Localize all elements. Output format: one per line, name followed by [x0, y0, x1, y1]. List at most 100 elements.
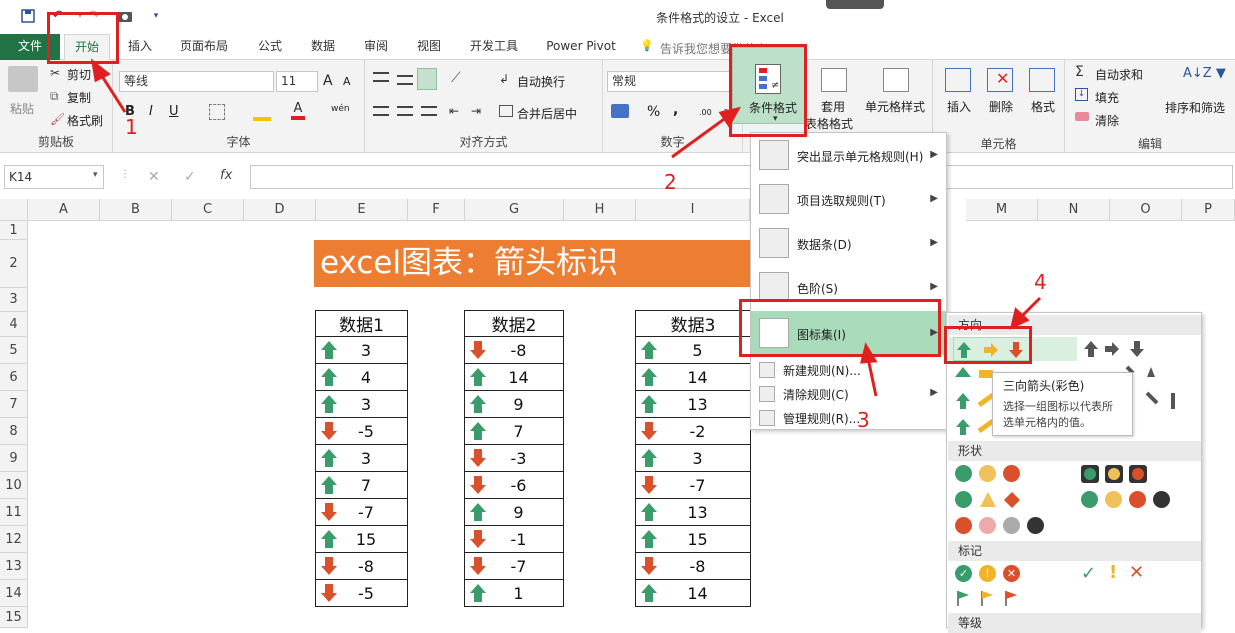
flag-green-icon[interactable] — [955, 589, 971, 610]
italic-button[interactable]: I — [149, 104, 153, 119]
format-button[interactable]: 格式 — [1031, 98, 1055, 115]
row-header-12[interactable]: 12 — [0, 526, 28, 553]
traffic-light-red-icon[interactable] — [1003, 465, 1020, 482]
fill-color-icon[interactable] — [253, 103, 271, 121]
red-black-black-icon[interactable] — [1027, 517, 1044, 534]
table-cell[interactable]: 14 — [464, 364, 564, 391]
shape-circle-green-icon[interactable] — [955, 491, 972, 508]
four-light-yellow-icon[interactable] — [1105, 491, 1122, 508]
shape-triangle-yellow-icon[interactable] — [979, 491, 997, 511]
tab-review[interactable]: 审阅 — [356, 34, 396, 60]
tab-formulas[interactable]: 公式 — [250, 34, 290, 60]
column-header-m[interactable]: M — [966, 199, 1038, 221]
format-table-label-2[interactable]: 表格格式 — [805, 115, 853, 132]
row-header-3[interactable]: 3 — [0, 288, 28, 312]
name-box[interactable]: K14 — [4, 165, 104, 189]
copy-button[interactable]: 复制 — [67, 89, 91, 106]
shrink-font-button[interactable]: A — [343, 75, 351, 88]
column-header-o[interactable]: O — [1110, 199, 1182, 221]
save-icon[interactable] — [18, 6, 38, 26]
decrease-indent-icon[interactable]: ⇤ — [449, 104, 459, 118]
traffic-light-green-icon[interactable] — [955, 465, 972, 482]
row-header-11[interactable]: 11 — [0, 499, 28, 526]
table-cell[interactable]: 9 — [464, 391, 564, 418]
row-header-4[interactable]: 4 — [0, 312, 28, 337]
tab-page-layout[interactable]: 页面布局 — [172, 34, 236, 60]
menu-item-new-rule[interactable]: 新建规则(N)... — [751, 359, 946, 381]
column-header-n[interactable]: N — [1038, 199, 1110, 221]
table-cell[interactable]: -2 — [635, 418, 751, 445]
row-header-1[interactable]: 1 — [0, 221, 28, 240]
check-circle-icon[interactable]: ✓ — [955, 565, 972, 582]
name-box-dropdown-icon[interactable]: ▾ — [93, 170, 98, 180]
column-header-i[interactable]: I — [636, 199, 750, 221]
column-header-c[interactable]: C — [172, 199, 244, 221]
clear-button[interactable]: 清除 — [1095, 112, 1119, 129]
number-format-select[interactable]: 常规 — [607, 71, 735, 92]
currency-icon[interactable] — [611, 104, 629, 118]
merge-center-button[interactable]: 合并后居中 — [517, 105, 577, 122]
check-icon[interactable]: ✓ — [1081, 563, 1096, 584]
row-header-13[interactable]: 13 — [0, 553, 28, 580]
traffic-light-yellow-icon[interactable] — [979, 465, 996, 482]
table-cell[interactable]: 14 — [635, 580, 751, 607]
table-cell[interactable]: 3 — [315, 391, 408, 418]
icon-set-3-arrows-gray[interactable] — [1081, 337, 1161, 361]
orientation-icon[interactable]: ⟋ — [451, 70, 461, 86]
table-cell[interactable]: -5 — [315, 580, 408, 607]
row-header-8[interactable]: 8 — [0, 418, 28, 445]
insert-button[interactable]: 插入 — [947, 98, 971, 115]
menu-item-data-bars[interactable]: 数据条(D) ▶ — [751, 221, 946, 265]
menu-item-manage-rules[interactable]: 管理规则(R)... — [751, 407, 946, 429]
table-cell[interactable]: 7 — [315, 472, 408, 499]
table-cell[interactable]: 7 — [464, 418, 564, 445]
table-cell[interactable]: 15 — [315, 526, 408, 553]
flag-yellow-icon[interactable] — [979, 589, 995, 610]
align-middle-icon[interactable] — [397, 75, 413, 85]
four-light-red-icon[interactable] — [1129, 491, 1146, 508]
column-header-b[interactable]: B — [100, 199, 172, 221]
menu-item-highlight-rules[interactable]: 突出显示单元格规则(H) ▶ — [751, 133, 946, 177]
table-cell[interactable]: -6 — [464, 472, 564, 499]
exclamation-icon[interactable]: ! — [1109, 562, 1117, 583]
customize-toolbar-icon[interactable]: ▾ — [146, 6, 166, 26]
paste-icon[interactable] — [8, 66, 38, 92]
four-light-green-icon[interactable] — [1081, 491, 1098, 508]
table-cell[interactable]: 5 — [635, 337, 751, 364]
table-cell[interactable]: -7 — [635, 472, 751, 499]
row-header-7[interactable]: 7 — [0, 391, 28, 418]
format-painter-button[interactable]: 格式刷 — [67, 112, 103, 129]
insert-function-icon[interactable]: fx — [220, 168, 232, 183]
border-icon[interactable] — [209, 104, 225, 120]
font-color-icon[interactable]: A — [291, 102, 305, 120]
tab-view[interactable]: 视图 — [409, 34, 449, 60]
x-icon[interactable]: ✕ — [1129, 562, 1144, 583]
table-cell[interactable]: 3 — [315, 445, 408, 472]
row-header-15[interactable]: 15 — [0, 607, 28, 628]
table-cell[interactable]: -8 — [315, 553, 408, 580]
tab-data[interactable]: 数据 — [303, 34, 343, 60]
table-cell[interactable]: 13 — [635, 391, 751, 418]
column-header-h[interactable]: H — [564, 199, 636, 221]
column-header-a[interactable]: A — [28, 199, 100, 221]
decrease-decimal-button[interactable]: .0 — [721, 108, 729, 117]
fill-button[interactable]: 填充 — [1095, 89, 1119, 106]
delete-button[interactable]: 删除 — [989, 98, 1013, 115]
cancel-icon[interactable]: ✕ — [148, 169, 160, 185]
format-table-label-1[interactable]: 套用 — [821, 98, 845, 115]
select-all-corner[interactable] — [0, 199, 28, 221]
row-header-14[interactable]: 14 — [0, 580, 28, 607]
tab-developer[interactable]: 开发工具 — [462, 34, 526, 60]
autosum-button[interactable]: 自动求和 — [1095, 66, 1143, 83]
comma-button[interactable]: , — [673, 102, 678, 118]
table-cell[interactable]: -5 — [315, 418, 408, 445]
sheet-title-banner[interactable]: excel图表：箭头标识 — [314, 240, 750, 287]
table-cell[interactable]: 3 — [315, 337, 408, 364]
wrap-text-button[interactable]: 自动换行 — [517, 73, 565, 90]
table-cell[interactable]: 9 — [464, 499, 564, 526]
framed-light-yellow-icon[interactable] — [1105, 465, 1123, 483]
cut-button[interactable]: 剪切 — [67, 66, 91, 83]
column-header-p[interactable]: P — [1182, 199, 1235, 221]
table-cell[interactable]: 1 — [464, 580, 564, 607]
align-right-icon[interactable] — [421, 106, 437, 116]
